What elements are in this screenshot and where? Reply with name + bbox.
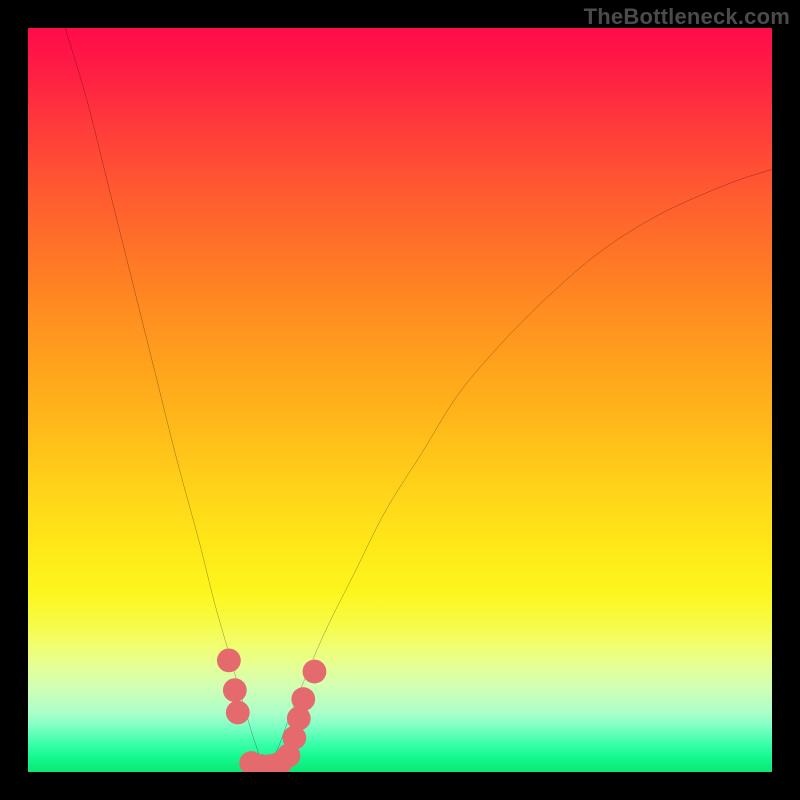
curve-group [65, 28, 772, 768]
attribution-text: TheBottleneck.com [584, 4, 790, 30]
marker-dot [217, 648, 241, 672]
marker-group [217, 648, 326, 772]
marker-dot [291, 687, 315, 711]
bottleneck-curve [65, 28, 772, 768]
marker-dot [303, 660, 327, 684]
plot-area [28, 28, 772, 772]
marker-dot [226, 701, 250, 725]
chart-svg [28, 28, 772, 772]
marker-dot [223, 678, 247, 702]
outer-frame: TheBottleneck.com [0, 0, 800, 800]
